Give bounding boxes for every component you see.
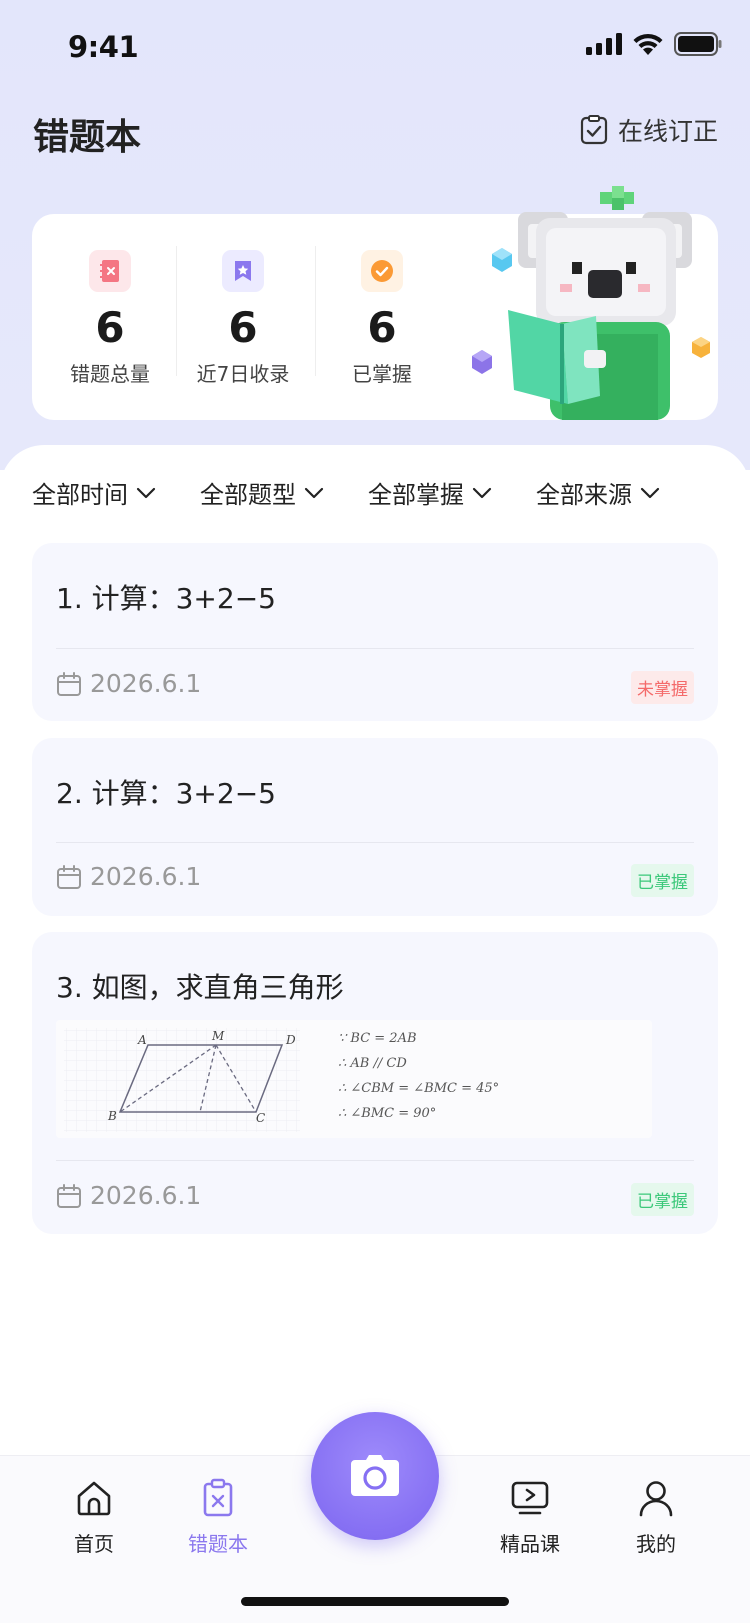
status-time: 9:41	[68, 30, 139, 64]
play-course-icon	[511, 1481, 549, 1515]
card-divider	[56, 842, 694, 843]
battery-icon	[674, 32, 722, 56]
card-divider	[56, 1160, 694, 1161]
filter-mastery-dropdown[interactable]: 全部掌握	[368, 475, 536, 510]
online-fix-button[interactable]: 在线订正	[580, 112, 718, 148]
tab-mistake-book[interactable]: 错题本	[168, 1478, 268, 1557]
question-card[interactable]: 2. 计算：3+2−5 2026.6.1 已掌握	[32, 738, 718, 916]
question-card[interactable]: 3. 如图，求直角三角形 A M D B C ∵ BC = 2AB ∴ AB /…	[32, 932, 718, 1234]
card-divider	[56, 648, 694, 649]
home-icon	[77, 1481, 111, 1516]
filter-time-dropdown[interactable]: 全部时间	[32, 475, 200, 510]
online-fix-label: 在线订正	[617, 117, 718, 146]
notebook-x-icon	[89, 250, 131, 292]
koala-mascot-illustration	[472, 186, 710, 420]
bookmark-star-icon	[222, 250, 264, 292]
stat-value: 6	[367, 303, 397, 352]
user-icon	[639, 1481, 673, 1517]
cube-orange	[692, 337, 710, 358]
home-indicator	[241, 1597, 509, 1606]
stat-label: 已掌握	[352, 362, 412, 386]
status-badge: 已掌握	[631, 864, 694, 897]
chevron-down-icon	[640, 487, 660, 498]
filter-bar: 全部时间 全部题型 全部掌握 全部来源	[32, 475, 704, 510]
proof-step: ∴ AB // CD	[338, 1056, 407, 1071]
date-text: 2026.6.1	[90, 862, 202, 891]
checklist-icon	[580, 115, 608, 145]
stat-value: 6	[95, 303, 125, 352]
calendar-icon	[57, 1183, 81, 1208]
cube-purple	[472, 350, 492, 374]
chevron-down-icon	[472, 487, 492, 498]
stat-recent-7-days[interactable]: 6 近7日收录	[177, 250, 309, 387]
status-bar: 9:41	[0, 0, 750, 95]
cube-blue	[492, 248, 512, 272]
wifi-icon	[633, 33, 663, 55]
proof-step: ∵ BC = 2AB	[338, 1031, 417, 1046]
filter-label: 全部掌握	[368, 481, 464, 509]
question-card[interactable]: 1. 计算：3+2−5 2026.6.1 未掌握	[32, 543, 718, 721]
page-header: 错题本 在线订正	[0, 100, 750, 170]
date-text: 2026.6.1	[90, 669, 202, 698]
status-icons	[586, 32, 722, 56]
tab-label: 我的	[636, 1532, 676, 1556]
point-label: A	[137, 1033, 147, 1047]
question-title: 2. 计算：3+2−5	[56, 777, 276, 810]
point-label: M	[211, 1029, 225, 1043]
clipboard-x-icon	[203, 1478, 233, 1517]
page-title: 错题本	[33, 117, 142, 158]
chevron-down-icon	[304, 487, 324, 498]
tab-label: 精品课	[500, 1532, 560, 1556]
parallelogram-diagram: A M D B C ∵ BC = 2AB ∴ AB // CD ∴ ∠CBM =…	[64, 1028, 499, 1132]
point-label: B	[107, 1109, 117, 1123]
date-text: 2026.6.1	[90, 1181, 202, 1210]
tab-mine[interactable]: 我的	[606, 1478, 706, 1557]
signal-icon	[586, 33, 622, 55]
question-figure[interactable]: A M D B C ∵ BC = 2AB ∴ AB // CD ∴ ∠CBM =…	[56, 1020, 652, 1138]
tab-label: 首页	[74, 1532, 114, 1556]
check-circle-icon	[361, 250, 403, 292]
question-title: 1. 计算：3+2−5	[56, 582, 276, 615]
question-date: 2026.6.1	[56, 1181, 201, 1210]
stat-value: 6	[228, 303, 258, 352]
tab-home[interactable]: 首页	[44, 1478, 144, 1557]
filter-label: 全部时间	[32, 481, 128, 509]
stat-total-wrong[interactable]: 6 错题总量	[44, 250, 176, 387]
calendar-icon	[57, 864, 81, 889]
status-badge: 已掌握	[631, 1183, 694, 1216]
filter-type-dropdown[interactable]: 全部题型	[200, 475, 368, 510]
chevron-down-icon	[136, 487, 156, 498]
tab-premium-course[interactable]: 精品课	[480, 1478, 580, 1557]
point-label: D	[285, 1033, 296, 1047]
question-date: 2026.6.1	[56, 669, 201, 698]
camera-button[interactable]	[311, 1412, 439, 1540]
stat-label: 错题总量	[70, 362, 150, 386]
proof-step: ∴ ∠BMC = 90°	[338, 1106, 436, 1121]
stat-mastered[interactable]: 6 已掌握	[316, 250, 448, 387]
question-date: 2026.6.1	[56, 862, 201, 891]
filter-label: 全部来源	[536, 481, 632, 509]
question-title: 3. 如图，求直角三角形	[56, 971, 344, 1004]
camera-icon	[351, 1455, 399, 1496]
proof-step: ∴ ∠CBM = ∠BMC = 45°	[338, 1081, 499, 1096]
point-label: C	[256, 1111, 265, 1125]
stats-card: 6 错题总量 6 近7日收录 6 已掌握	[32, 186, 718, 420]
filter-label: 全部题型	[200, 481, 296, 509]
calendar-icon	[57, 671, 81, 696]
status-badge: 未掌握	[631, 671, 694, 704]
stat-label: 近7日收录	[196, 362, 290, 386]
tab-label: 错题本	[188, 1532, 248, 1556]
filter-source-dropdown[interactable]: 全部来源	[536, 475, 704, 510]
